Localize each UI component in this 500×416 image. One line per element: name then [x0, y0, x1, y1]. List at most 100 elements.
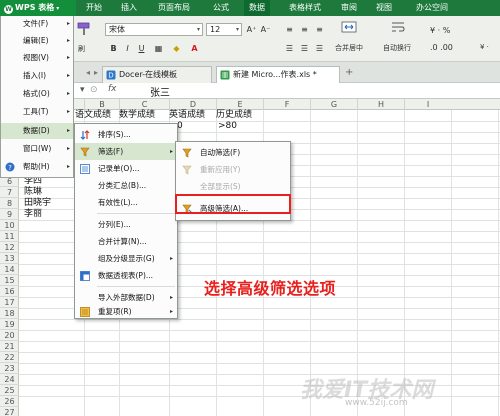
tab-home[interactable]: 开始	[86, 0, 102, 16]
menu-item-subtotal[interactable]: 分类汇总(B)...	[75, 177, 177, 194]
formula-input[interactable]: 张三	[150, 84, 170, 99]
menu-item-view[interactable]: 视图(V) ▸	[1, 50, 73, 66]
menu-item-auto-filter[interactable]: 自动筛选(F)	[176, 144, 290, 161]
menu-item-label: 组及分级显示(G)	[98, 254, 155, 263]
menu-item-consolidate[interactable]: 合并计算(N)...	[75, 233, 177, 250]
tab-page-layout[interactable]: 页面布局	[158, 0, 190, 16]
new-tab-icon[interactable]: +	[345, 67, 353, 78]
chevron-right-icon: ▸	[169, 255, 173, 262]
fill-color-icon[interactable]: ◆	[170, 42, 183, 55]
column-header-h[interactable]: H	[357, 99, 404, 110]
align-top-icon[interactable]: ≡	[283, 23, 296, 36]
align-right-icon[interactable]: ☰	[313, 42, 326, 55]
menu-item-group-outline[interactable]: 组及分级显示(G) ▸	[75, 250, 177, 267]
italic-icon[interactable]: I	[121, 42, 134, 55]
row-header[interactable]: 11	[0, 231, 19, 242]
format-painter-icon[interactable]	[76, 21, 92, 37]
tab-docer-templates[interactable]: D Docer-在线模板	[102, 66, 212, 83]
title-bar: W WPS 表格 ▾ 开始 插入 页面布局 公式 数据 表格样式 审阅 视图 办公空…	[0, 0, 500, 16]
menu-item-edit[interactable]: 编辑(E) ▸	[1, 33, 73, 49]
chevron-right-icon: ▸	[66, 108, 70, 115]
menu-item-duplicates[interactable]: 重复项(R) ▸	[75, 305, 177, 319]
tab-insert[interactable]: 插入	[121, 0, 137, 16]
menu-item-filter[interactable]: 筛选(F) ▸	[75, 143, 177, 160]
tab-review[interactable]: 审阅	[341, 0, 357, 16]
row-header[interactable]: 10	[0, 220, 19, 231]
cell-criteria-history[interactable]: >80	[218, 120, 237, 132]
menu-item-record-form[interactable]: 记录单(O)...	[75, 160, 177, 177]
row-header[interactable]: 15	[0, 275, 19, 286]
menu-item-tools[interactable]: 工具(T) ▸	[1, 104, 73, 120]
menu-item-label: 导入外部数据(D)	[98, 293, 155, 302]
column-header-f[interactable]: F	[263, 99, 310, 110]
cell-header-chinese[interactable]: 语文成绩	[75, 109, 111, 121]
row-header[interactable]: 19	[0, 319, 19, 330]
column-header-i[interactable]: I	[404, 99, 451, 110]
row-header[interactable]: 25	[0, 385, 19, 396]
menu-item-data[interactable]: 数据(D) ▸	[1, 123, 73, 139]
merge-center-label[interactable]: 合并居中	[335, 43, 363, 53]
tab-view[interactable]: 视图	[376, 0, 392, 16]
align-left-icon[interactable]: ☰	[283, 42, 296, 55]
cell-ref-dropdown-icon[interactable]: ▾	[80, 85, 85, 95]
wrap-text-icon[interactable]	[390, 19, 406, 35]
menu-item-help[interactable]: ? 帮助(H) ▸	[1, 159, 73, 175]
cell-name[interactable]: 李丽	[24, 208, 42, 220]
decrease-font-icon[interactable]: A⁻	[259, 23, 272, 36]
row-header[interactable]: 9	[0, 209, 19, 220]
menu-item-label: 重复项(R)	[98, 307, 132, 316]
increase-font-icon[interactable]: A⁺	[245, 23, 258, 36]
row-header[interactable]: 21	[0, 341, 19, 352]
menu-item-text-to-columns[interactable]: 分列(E)...	[75, 216, 177, 233]
menu-item-label: 记录单(O)...	[98, 164, 140, 173]
menu-item-insert[interactable]: 插入(I) ▸	[1, 68, 73, 84]
align-bottom-icon[interactable]: ≡	[313, 23, 326, 36]
row-header[interactable]: 7	[0, 187, 19, 198]
row-header[interactable]: 8	[0, 198, 19, 209]
bold-icon[interactable]: B	[107, 42, 120, 55]
menu-item-format[interactable]: 格式(O) ▸	[1, 86, 73, 102]
cell-header-math[interactable]: 数学成绩	[119, 109, 155, 121]
column-header-g[interactable]: G	[310, 99, 357, 110]
borders-icon[interactable]: ▦	[152, 42, 165, 55]
merge-center-icon[interactable]	[341, 19, 357, 35]
row-header[interactable]: 22	[0, 352, 19, 363]
cell-header-english[interactable]: 英语成绩	[169, 109, 205, 121]
menu-item-window[interactable]: 窗口(W) ▸	[1, 141, 73, 157]
align-center-icon[interactable]: ☰	[298, 42, 311, 55]
tab-scroll-left-icon[interactable]: ◂	[86, 68, 90, 77]
app-menu-button[interactable]: W WPS 表格 ▾	[0, 0, 76, 16]
font-name-select[interactable]: 宋体 ▾	[105, 23, 203, 36]
font-color-icon[interactable]: A	[188, 42, 201, 55]
row-header[interactable]: 20	[0, 330, 19, 341]
tab-office-space[interactable]: 办公空间	[416, 0, 448, 16]
row-header[interactable]: 24	[0, 374, 19, 385]
wrap-text-label[interactable]: 自动换行	[383, 43, 411, 53]
underline-icon[interactable]: U	[135, 42, 148, 55]
font-name-value: 宋体	[109, 25, 125, 34]
zoom-formula-icon[interactable]: ⊙	[90, 85, 98, 95]
menu-item-validation[interactable]: 有效性(L)...	[75, 194, 177, 211]
row-header[interactable]: 27	[0, 407, 19, 416]
tab-workbook[interactable]: 新建 Micro...作表.xls *	[216, 66, 340, 83]
menu-item-sort[interactable]: 排序(S)...	[75, 126, 177, 143]
row-header[interactable]: 16	[0, 286, 19, 297]
tab-formulas[interactable]: 公式	[213, 0, 229, 16]
align-middle-icon[interactable]: ≡	[298, 23, 311, 36]
tab-scroll-right-icon[interactable]: ▸	[94, 68, 98, 77]
tab-table-styles[interactable]: 表格样式	[289, 0, 321, 16]
row-header[interactable]: 13	[0, 253, 19, 264]
font-size-select[interactable]: 12 ▾	[206, 23, 242, 36]
row-header[interactable]: 17	[0, 297, 19, 308]
menu-item-label: 帮助(H)	[23, 162, 50, 171]
fx-icon[interactable]: fx	[108, 84, 117, 94]
row-header[interactable]: 18	[0, 308, 19, 319]
menu-item-import-external[interactable]: 导入外部数据(D) ▸	[75, 289, 177, 306]
row-header[interactable]: 23	[0, 363, 19, 374]
row-header[interactable]: 26	[0, 396, 19, 407]
row-header[interactable]: 14	[0, 264, 19, 275]
row-header[interactable]: 12	[0, 242, 19, 253]
tab-data[interactable]: 数据	[244, 0, 270, 16]
menu-item-file[interactable]: 文件(F) ▸	[1, 16, 73, 32]
menu-item-pivot-table[interactable]: 数据透视表(P)...	[75, 267, 177, 284]
